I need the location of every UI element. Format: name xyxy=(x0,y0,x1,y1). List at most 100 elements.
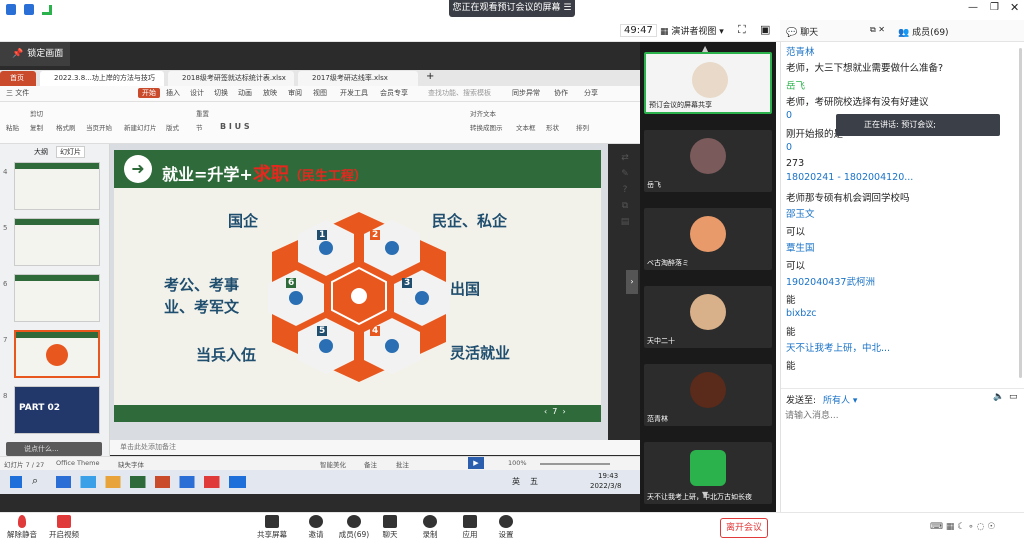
members-button[interactable]: 成员(69) xyxy=(334,515,374,540)
ribbon-align-text[interactable]: 对齐文本 xyxy=(470,108,496,118)
image-icon[interactable]: ▭ xyxy=(1009,392,1018,402)
menu-view[interactable]: 视图 xyxy=(313,88,327,98)
menu-transition[interactable]: 切换 xyxy=(214,88,228,98)
maximize-button[interactable]: ❐ xyxy=(990,2,999,13)
chat-text: 273 xyxy=(786,158,805,169)
menu-insert[interactable]: 插入 xyxy=(166,88,180,98)
participant-name: 天不让我考上研，中北万古如长夜 xyxy=(647,493,752,501)
close-button[interactable]: ✕ xyxy=(1010,1,1019,14)
screen-icon xyxy=(265,515,279,528)
participant-name: ベ古淘醉落ミ xyxy=(647,259,689,267)
minimize-button[interactable]: — xyxy=(968,2,978,13)
ribbon-copy[interactable]: 复制 xyxy=(30,122,43,132)
ime-num[interactable]: 五 xyxy=(530,476,538,487)
clock-date: 2022/3/8 xyxy=(590,482,622,490)
ribbon-cut[interactable]: 剪切 xyxy=(30,108,43,118)
status-comments[interactable]: 批注 xyxy=(396,459,409,469)
collapse-panel-button[interactable]: › xyxy=(626,270,638,294)
status-beautify[interactable]: 智能美化 xyxy=(320,459,346,469)
fullscreen-icon[interactable]: ⛶ xyxy=(738,23,746,37)
invite-button[interactable]: 邀请 xyxy=(296,515,336,540)
new-tab-icon[interactable]: + xyxy=(426,71,434,82)
video-tile[interactable]: 天中二十 xyxy=(644,286,772,348)
slide-thumb-7[interactable] xyxy=(14,330,100,378)
send-to-select[interactable]: 所有人 ▾ xyxy=(823,393,857,406)
avatar xyxy=(690,138,726,174)
ribbon-format-painter[interactable]: 格式刷 xyxy=(56,122,76,132)
notes-area[interactable]: 单击此处添加备注 xyxy=(110,440,640,455)
video-tile[interactable]: 预订会议的屏幕共享 xyxy=(644,52,772,114)
menu-start[interactable]: 开始 xyxy=(138,88,160,98)
ribbon-from-current[interactable]: 当页开始 xyxy=(86,122,112,132)
video-tile[interactable]: ベ古淘醉落ミ xyxy=(644,208,772,270)
menu-design[interactable]: 设计 xyxy=(190,88,204,98)
hex-number-5: 5 xyxy=(317,326,328,336)
members-icon xyxy=(347,515,361,528)
slide-thumb-5[interactable] xyxy=(14,218,100,266)
sound-icon[interactable]: 🔈 xyxy=(993,392,1004,402)
video-button[interactable]: 开启视频 xyxy=(44,515,84,540)
wps-tab-xlsx-2[interactable]: 2017级考研达线率.xlsx xyxy=(298,71,418,86)
ime-toolbar[interactable]: ⌨ ▦ ☾ ∘ ◌ ☉ xyxy=(930,522,995,532)
settings-button[interactable]: 设置 xyxy=(486,515,526,540)
ribbon-smartart[interactable]: 转换成图示 xyxy=(470,122,503,132)
windows-start-icon[interactable] xyxy=(10,476,22,488)
thumb-tab-slides[interactable]: 幻灯片 xyxy=(56,146,85,158)
ribbon-bold[interactable]: B I U S xyxy=(220,122,250,131)
wps-tab-xlsx-1[interactable]: 2018级考研签就达标统计表.xlsx xyxy=(168,71,294,86)
slide-thumb-6[interactable] xyxy=(14,274,100,322)
ribbon-paste[interactable]: 粘贴 xyxy=(6,122,19,132)
chat-input[interactable] xyxy=(785,408,1019,424)
apps-button[interactable]: 应用 xyxy=(450,515,490,540)
mute-label: 解除静音 xyxy=(7,530,37,539)
menu-search[interactable]: 查找功能、搜索模板 xyxy=(428,88,491,98)
menu-devtools[interactable]: 开发工具 xyxy=(340,88,368,98)
ribbon-arrange[interactable]: 排列 xyxy=(576,122,589,132)
menu-sync[interactable]: 同步异常 xyxy=(512,88,540,98)
play-button[interactable]: ▶ xyxy=(468,457,484,469)
slide-thumb-8[interactable]: PART 02 xyxy=(14,386,100,434)
lock-view-button[interactable]: 📌 锁定画面 xyxy=(0,42,70,66)
search-icon[interactable]: ⌕ xyxy=(32,474,38,488)
slide-thumb-4[interactable] xyxy=(14,162,100,210)
menu-slideshow[interactable]: 放映 xyxy=(263,88,277,98)
zoom-slider[interactable] xyxy=(540,463,610,465)
leave-meeting-button[interactable]: 离开会议 xyxy=(720,518,768,538)
chat-button[interactable]: 聊天 xyxy=(370,515,410,540)
chevron-down-icon[interactable]: ▼ xyxy=(702,490,708,499)
menu-animation[interactable]: 动画 xyxy=(238,88,252,98)
layout-icon[interactable]: ▣ xyxy=(760,23,770,36)
thumb-tab-outline[interactable]: 大纲 xyxy=(34,147,48,157)
tab-members[interactable]: 👥 成员(69) xyxy=(898,25,949,38)
label-abroad: 出国 xyxy=(450,280,481,298)
avatar xyxy=(690,216,726,252)
status-notes[interactable]: 备注 xyxy=(364,459,377,469)
menu-member[interactable]: 会员专享 xyxy=(380,88,408,98)
slide-footer: ‹ 7 › xyxy=(114,405,601,422)
ribbon-reset[interactable]: 重置 xyxy=(196,108,209,118)
avatar xyxy=(690,372,726,408)
mute-button[interactable]: 解除静音 xyxy=(2,515,42,540)
video-tile[interactable]: 范青林 xyxy=(644,364,772,426)
menu-share[interactable]: 分享 xyxy=(584,88,598,98)
menu-file[interactable]: 三 文件 xyxy=(6,88,29,98)
comment-box[interactable]: 说点什么... xyxy=(6,442,102,456)
ribbon-new-slide[interactable]: 新建幻灯片 xyxy=(124,122,157,132)
wps-tab-ppt[interactable]: 2022.3.8...功上岸的方法与技巧 xyxy=(40,71,164,86)
popout-icon[interactable]: ⧉ ✕ xyxy=(870,25,885,35)
chat-scrollbar[interactable] xyxy=(1019,48,1022,378)
video-tile[interactable]: 岳飞 xyxy=(644,130,772,192)
ribbon-shape[interactable]: 形状 xyxy=(546,122,559,132)
record-button[interactable]: 录制 xyxy=(410,515,450,540)
thumb-number: 5 xyxy=(3,224,8,232)
ribbon-layout[interactable]: 版式 xyxy=(166,122,179,132)
ribbon-section[interactable]: 节 xyxy=(196,122,203,132)
tab-chat[interactable]: 💬 聊天 xyxy=(786,25,818,38)
menu-review[interactable]: 审阅 xyxy=(288,88,302,98)
menu-collab[interactable]: 协作 xyxy=(554,88,568,98)
view-mode-button[interactable]: ▦ 演讲者视图 ▾ xyxy=(660,24,724,37)
wps-tab-home[interactable]: 首页 xyxy=(0,71,36,86)
share-screen-button[interactable]: 共享屏幕 xyxy=(252,515,292,540)
ime-indicator[interactable]: 英 xyxy=(512,476,520,487)
ribbon-textbox[interactable]: 文本框 xyxy=(516,122,536,132)
